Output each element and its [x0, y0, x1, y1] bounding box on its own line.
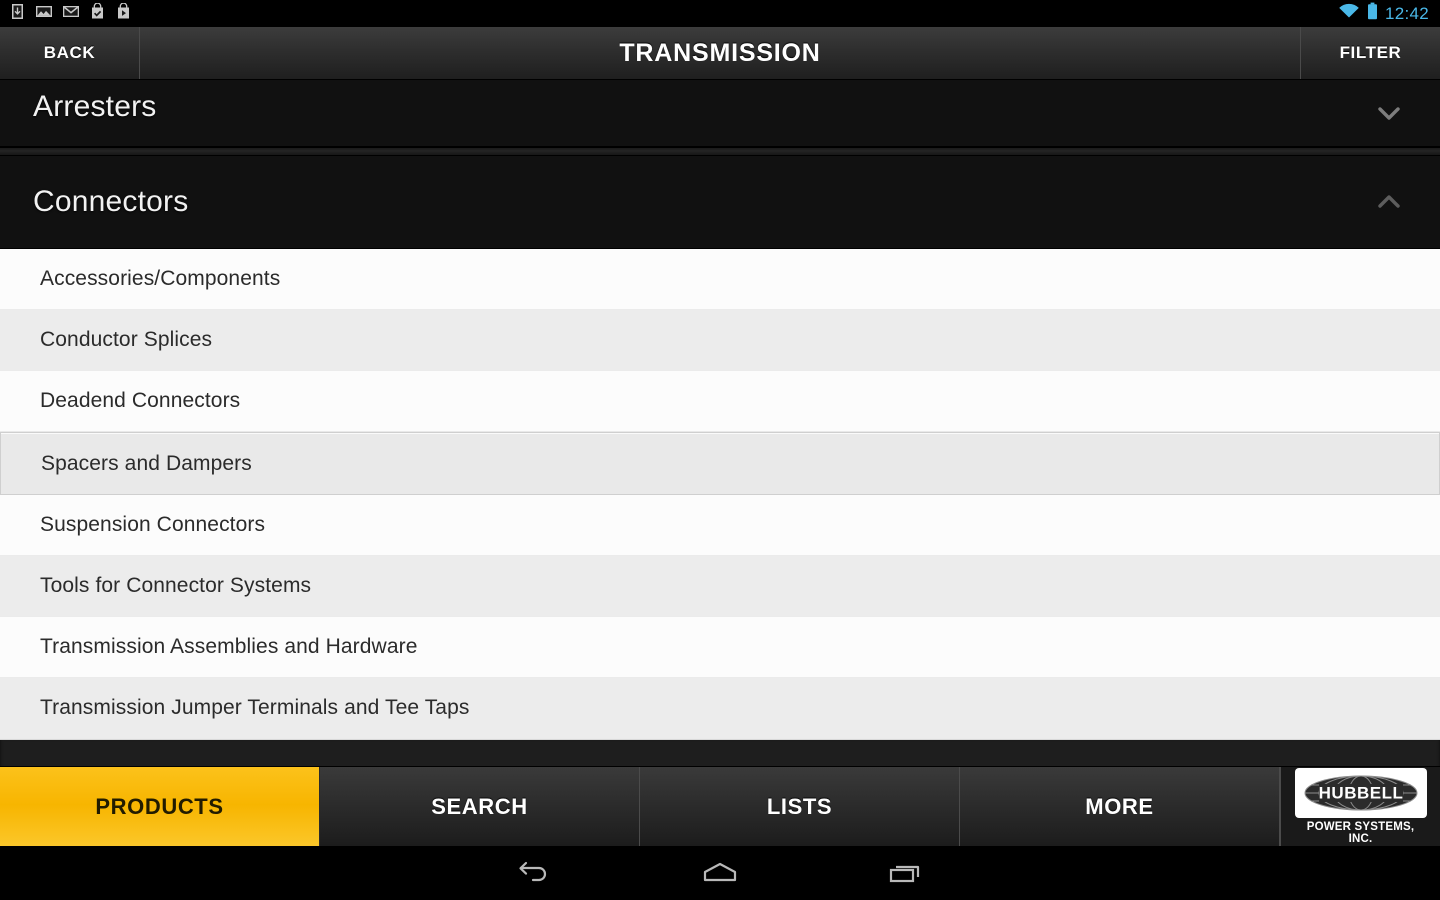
list-item[interactable]: Deadend Connectors — [0, 371, 1440, 432]
android-nav-bar — [0, 846, 1440, 900]
chevron-up-icon — [1368, 181, 1410, 223]
android-status-bar: 12:42 — [0, 0, 1440, 27]
recents-nav-icon[interactable] — [884, 856, 928, 890]
list-item[interactable]: Accessories/Components — [0, 249, 1440, 310]
category-list: Accessories/Components Conductor Splices… — [0, 249, 1440, 739]
status-notification-icons — [0, 2, 132, 25]
wifi-icon — [1338, 3, 1360, 25]
home-nav-icon[interactable] — [698, 856, 742, 890]
battery-icon — [1367, 2, 1378, 25]
page-title: TRANSMISSION — [619, 38, 821, 67]
gmail-icon — [62, 3, 80, 25]
app-title-bar: BACK TRANSMISSION FILTER — [0, 27, 1440, 80]
group-label-arresters: Arresters — [33, 90, 157, 123]
svg-text:HUBBELL: HUBBELL — [1318, 784, 1403, 803]
list-bottom-edge — [0, 739, 1440, 766]
group-header-arresters[interactable]: Arresters — [0, 80, 1440, 147]
list-item[interactable]: Transmission Jumper Terminals and Tee Ta… — [0, 678, 1440, 739]
hubbell-globe-icon: HUBBELL — [1304, 775, 1417, 811]
list-item-selected[interactable]: Spacers and Dampers — [0, 432, 1440, 495]
gallery-image-icon — [35, 3, 53, 25]
download-icon — [9, 3, 26, 25]
group-label-connectors: Connectors — [33, 185, 189, 218]
filter-button[interactable]: FILTER — [1300, 27, 1440, 79]
list-item[interactable]: Conductor Splices — [0, 310, 1440, 371]
app-root: 12:42 BACK TRANSMISSION FILTER Arresters… — [0, 0, 1440, 900]
play-store-media-icon — [115, 2, 132, 25]
bottom-tab-bar: PRODUCTS SEARCH LISTS MORE HUBBELL POWER… — [0, 766, 1440, 846]
back-button[interactable]: BACK — [0, 27, 140, 79]
chevron-down-icon — [1368, 92, 1410, 134]
status-clock: 12:42 — [1384, 3, 1429, 23]
list-item[interactable]: Suspension Connectors — [0, 495, 1440, 556]
list-item[interactable]: Transmission Assemblies and Hardware — [0, 617, 1440, 678]
hubbell-logo: HUBBELL POWER SYSTEMS, INC. — [1280, 767, 1440, 846]
tab-lists[interactable]: LISTS — [640, 767, 960, 846]
play-store-check-icon — [89, 2, 106, 25]
group-divider — [0, 147, 1440, 156]
list-item[interactable]: Tools for Connector Systems — [0, 556, 1440, 617]
category-scroll-area[interactable]: Arresters Connectors Accessories/Compone… — [0, 80, 1440, 766]
tab-search[interactable]: SEARCH — [320, 767, 640, 846]
status-system-icons: 12:42 — [1338, 2, 1440, 25]
hubbell-logo-plate: HUBBELL — [1294, 768, 1427, 818]
tab-products[interactable]: PRODUCTS — [0, 767, 320, 846]
hubbell-logo-subtitle: POWER SYSTEMS, INC. — [1306, 821, 1415, 845]
back-nav-icon[interactable] — [512, 856, 556, 890]
tab-more[interactable]: MORE — [960, 767, 1280, 846]
group-header-connectors[interactable]: Connectors — [0, 156, 1440, 249]
